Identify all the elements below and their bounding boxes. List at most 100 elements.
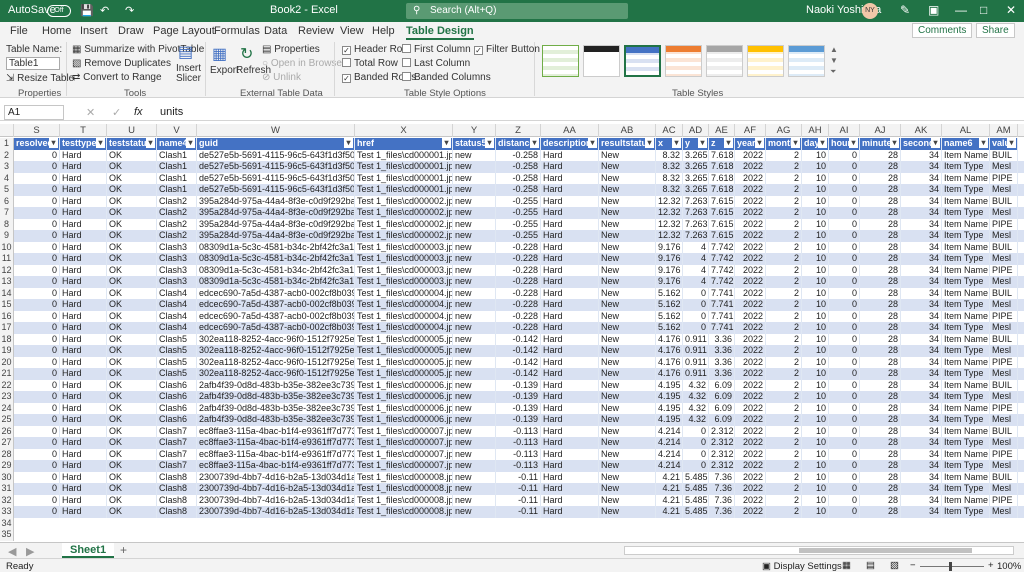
table-cell[interactable]: OK	[107, 161, 157, 173]
table-cell[interactable]: Clash6	[157, 414, 197, 426]
table-cell[interactable]: 2022	[735, 264, 766, 276]
table-cell[interactable]: 0	[683, 437, 709, 449]
table-cell[interactable]: 0	[14, 264, 60, 276]
table-cell[interactable]: 28	[860, 379, 901, 391]
ribbon-display-icon[interactable]: ▣	[928, 3, 939, 17]
table-cell[interactable]: Clash4	[157, 310, 197, 322]
table-cell[interactable]: 28	[860, 425, 901, 437]
table-cell[interactable]: Hard	[541, 253, 599, 265]
column-header-x[interactable]: X	[355, 124, 453, 137]
table-cell[interactable]: PIPE	[990, 172, 1018, 184]
table-cell[interactable]: 4.214	[656, 448, 683, 460]
table-cell[interactable]: 2022	[735, 149, 766, 161]
table-cell[interactable]: 7.742	[709, 276, 735, 288]
table-cell[interactable]: New	[599, 368, 656, 380]
table-cell[interactable]: 2	[766, 494, 802, 506]
table-cell[interactable]: 34	[901, 218, 942, 230]
table-cell[interactable]: 4.176	[656, 333, 683, 345]
table-cell[interactable]: 2022	[735, 425, 766, 437]
column-header-ak[interactable]: AK	[901, 124, 942, 137]
table-cell[interactable]: 0	[829, 483, 860, 495]
table-cell[interactable]: Hard	[60, 460, 107, 472]
table-cell[interactable]: 0	[829, 379, 860, 391]
table-cell[interactable]: OK	[107, 253, 157, 265]
table-cell[interactable]: 34	[901, 333, 942, 345]
table-cell[interactable]: 395a284d-975a-44a4-8f3e-c0d9f292ba6c	[197, 207, 355, 219]
table-cell[interactable]: 4.21	[656, 506, 683, 518]
table-header-cell[interactable]: hour ▾	[829, 138, 860, 150]
column-header-u[interactable]: U	[107, 124, 157, 137]
table-cell[interactable]: 28	[860, 264, 901, 276]
table-cell[interactable]: New	[599, 207, 656, 219]
table-cell[interactable]: 0	[829, 471, 860, 483]
column-header-ah[interactable]: AH	[802, 124, 829, 137]
column-header-al[interactable]: AL	[942, 124, 990, 137]
pen-icon[interactable]: ✎	[900, 3, 910, 17]
table-cell[interactable]: OK	[107, 310, 157, 322]
table-cell[interactable]: 0	[14, 391, 60, 403]
table-cell[interactable]: New	[599, 391, 656, 403]
table-cell[interactable]: New	[599, 483, 656, 495]
filter-dropdown-icon[interactable]: ▾	[724, 138, 733, 148]
row-header[interactable]: 10	[0, 241, 14, 253]
table-cell[interactable]: 28	[860, 483, 901, 495]
table-cell[interactable]: PIPE	[990, 402, 1018, 414]
undo-icon[interactable]: ↶	[100, 4, 109, 17]
column-header-am[interactable]: AM	[990, 124, 1018, 137]
table-cell[interactable]: 2022	[735, 218, 766, 230]
column-header-aa[interactable]: AA	[541, 124, 599, 137]
table-cell[interactable]: 4.195	[656, 414, 683, 426]
table-cell[interactable]: Hard	[60, 414, 107, 426]
table-cell[interactable]: 0	[829, 402, 860, 414]
column-header-aj[interactable]: AJ	[860, 124, 901, 137]
table-cell[interactable]: 0	[14, 230, 60, 242]
table-cell[interactable]: Clash8	[157, 494, 197, 506]
table-cell[interactable]: 0	[829, 437, 860, 449]
table-cell[interactable]: Test 1_files\cd000002.jpg	[355, 195, 453, 207]
table-cell[interactable]: New	[599, 310, 656, 322]
table-cell[interactable]: ec8ffae3-115a-4bac-b1f4-e9361ff7d773	[197, 448, 355, 460]
table-cell[interactable]: 34	[901, 379, 942, 391]
table-cell[interactable]: 4.32	[683, 379, 709, 391]
table-cell[interactable]: 4.32	[683, 391, 709, 403]
table-cell[interactable]: Clash4	[157, 299, 197, 311]
table-cell[interactable]: New	[599, 264, 656, 276]
table-cell[interactable]: 12.32	[656, 230, 683, 242]
table-cell[interactable]: 28	[860, 414, 901, 426]
table-cell[interactable]: OK	[107, 460, 157, 472]
table-cell[interactable]: Item Type	[942, 230, 990, 242]
table-cell[interactable]: Clash5	[157, 333, 197, 345]
table-cell[interactable]: -0.228	[496, 299, 541, 311]
gallery-scroll-up-icon[interactable]: ▲	[830, 45, 838, 54]
table-cell[interactable]: 10	[802, 379, 829, 391]
table-cell[interactable]: new	[453, 207, 496, 219]
table-cell[interactable]: 34	[901, 448, 942, 460]
table-cell[interactable]: -0.113	[496, 425, 541, 437]
table-cell[interactable]: 10	[802, 460, 829, 472]
table-cell[interactable]: Hard	[60, 368, 107, 380]
table-cell[interactable]: Clash2	[157, 195, 197, 207]
table-cell[interactable]: 0	[829, 322, 860, 334]
table-cell[interactable]: Hard	[541, 207, 599, 219]
table-cell[interactable]: 0	[829, 184, 860, 196]
table-cell[interactable]: New	[599, 437, 656, 449]
table-cell[interactable]: 2afb4f39-0d8d-483b-b35e-382ee3c73977	[197, 414, 355, 426]
table-cell[interactable]: OK	[107, 368, 157, 380]
table-cell[interactable]: 3.265	[683, 161, 709, 173]
table-cell[interactable]: 8.32	[656, 161, 683, 173]
table-cell[interactable]: 0	[14, 494, 60, 506]
table-cell[interactable]: new	[453, 322, 496, 334]
table-cell[interactable]: Mesl	[990, 161, 1018, 173]
table-cell[interactable]: de527e5b-5691-4115-96c5-643f1d3f506d	[197, 172, 355, 184]
table-cell[interactable]: Mesl	[990, 253, 1018, 265]
table-cell[interactable]: 34	[901, 299, 942, 311]
table-cell[interactable]: Clash5	[157, 345, 197, 357]
table-cell[interactable]: Test 1_files\cd000008.jpg	[355, 506, 453, 518]
table-header-cell[interactable]: z ▾	[709, 138, 735, 150]
table-cell[interactable]: OK	[107, 448, 157, 460]
table-cell[interactable]: 0	[829, 310, 860, 322]
table-cell[interactable]: BUIL	[990, 425, 1018, 437]
table-cell[interactable]: 28	[860, 368, 901, 380]
table-cell[interactable]: 5.485	[683, 494, 709, 506]
table-cell[interactable]: 34	[901, 276, 942, 288]
